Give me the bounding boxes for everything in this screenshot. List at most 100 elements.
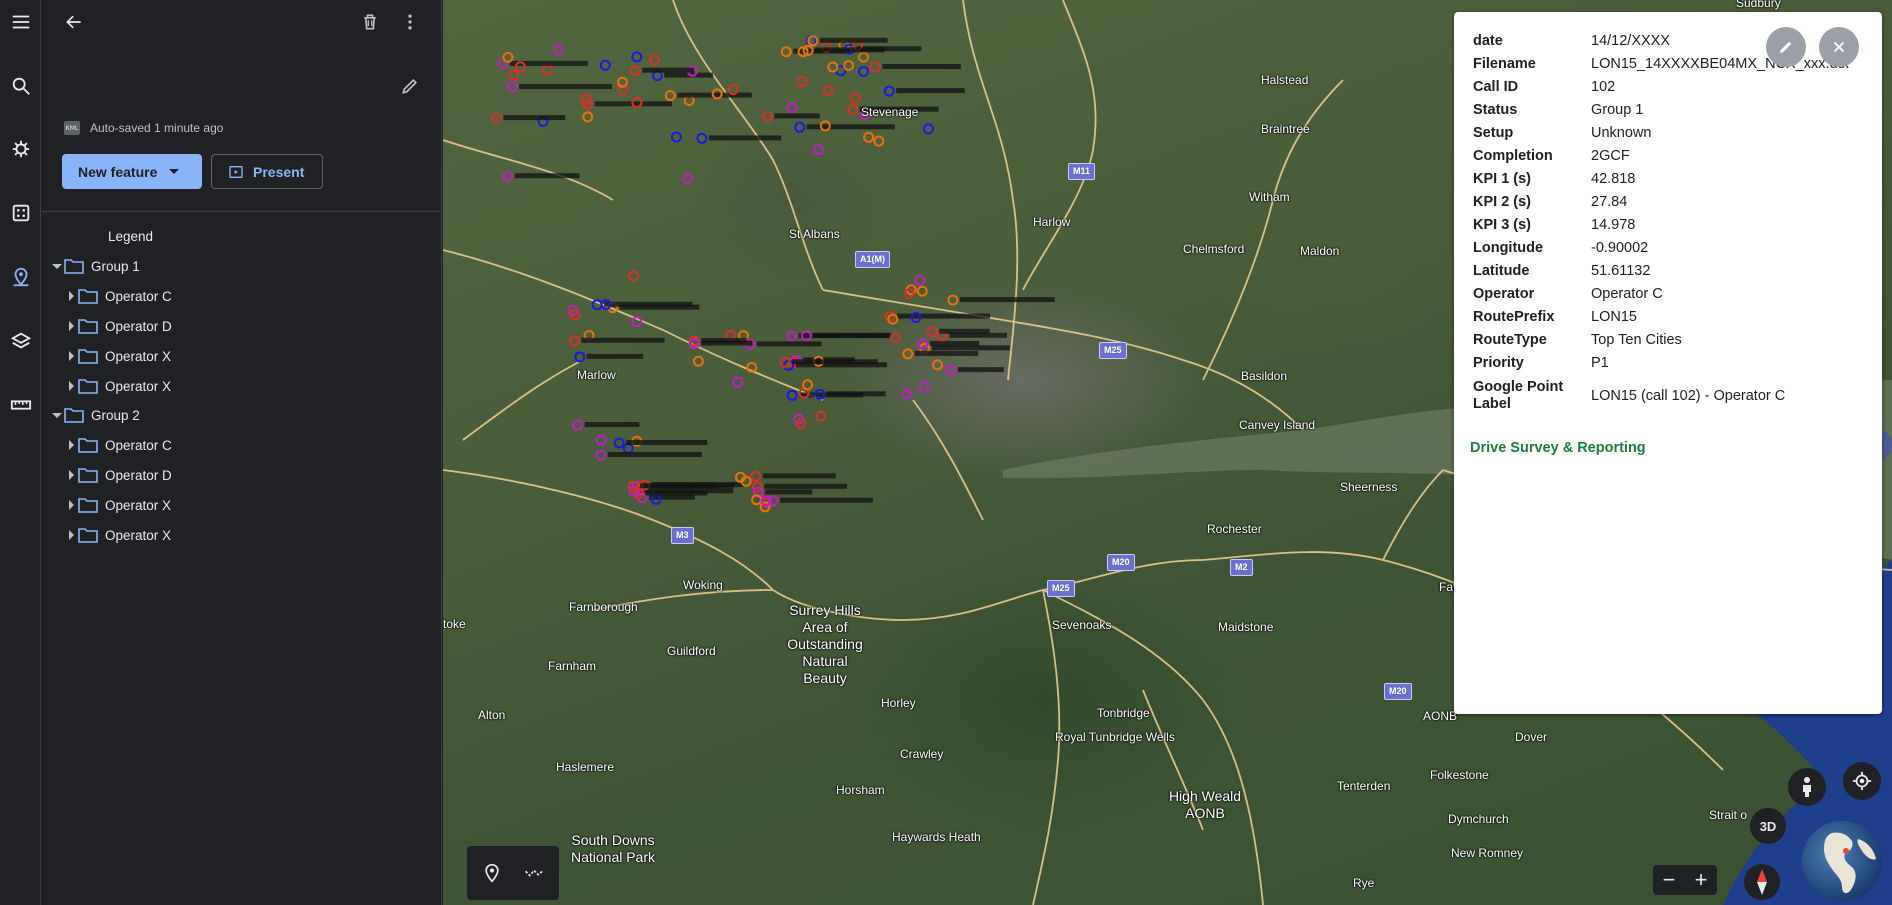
road-shield: M20 bbox=[1384, 683, 1412, 700]
zoom-in-button[interactable]: + bbox=[1685, 865, 1717, 895]
placemark-ring bbox=[890, 332, 901, 344]
place-label: Basildon bbox=[1241, 369, 1288, 383]
placemark-label-smudge bbox=[931, 345, 1010, 351]
placemark-ring bbox=[847, 104, 859, 116]
new-feature-label: New feature bbox=[78, 163, 158, 180]
card-key: Operator bbox=[1473, 286, 1535, 302]
search-icon[interactable] bbox=[0, 66, 41, 106]
place-label: Witham bbox=[1249, 190, 1290, 204]
place-label: toke bbox=[443, 617, 466, 631]
placemark-ring bbox=[696, 132, 708, 144]
placemark-ring bbox=[568, 335, 580, 347]
3d-toggle-button[interactable]: 3D bbox=[1750, 808, 1786, 844]
placemark-ring bbox=[858, 51, 869, 63]
card-key: RouteType bbox=[1473, 332, 1547, 348]
placemark-label-smudge bbox=[607, 452, 702, 457]
card-value: Operator C bbox=[1591, 286, 1663, 302]
place-label: Royal Tunbridge Wells bbox=[1055, 730, 1175, 744]
road-shield: M25 bbox=[1047, 580, 1075, 597]
placemark-label-smudge bbox=[914, 350, 979, 356]
projects-icon[interactable] bbox=[0, 257, 41, 297]
drawing-tools bbox=[467, 846, 559, 900]
card-key: Call ID bbox=[1473, 79, 1519, 95]
autosave-text: Auto-saved 1 minute ago bbox=[90, 121, 224, 135]
placemark-ring bbox=[750, 470, 762, 482]
map-style-icon[interactable] bbox=[0, 321, 41, 361]
region-label: High Weald AONB bbox=[1168, 788, 1242, 821]
placemark-label-smudge bbox=[640, 483, 735, 489]
feeling-lucky-icon[interactable] bbox=[0, 193, 41, 233]
caret-down-icon bbox=[169, 169, 180, 174]
placemark-icon bbox=[485, 863, 499, 883]
my-location-button[interactable] bbox=[1843, 762, 1881, 800]
expand-more-icon[interactable] bbox=[69, 321, 74, 331]
compass-button[interactable] bbox=[1744, 864, 1780, 900]
tree-item-label: Group 2 bbox=[91, 407, 140, 423]
expand-more-icon[interactable] bbox=[69, 381, 74, 391]
expand-more-icon[interactable] bbox=[69, 440, 74, 450]
edit-feature-button[interactable] bbox=[1766, 27, 1806, 67]
present-button[interactable]: Present bbox=[211, 154, 323, 189]
placemark-label-smudge bbox=[813, 332, 889, 338]
street-view-button[interactable] bbox=[1788, 768, 1826, 806]
delete-icon[interactable] bbox=[354, 6, 386, 38]
place-label: Guildford bbox=[667, 644, 716, 658]
draw-line-button[interactable] bbox=[518, 857, 550, 889]
card-row: Call ID 102 bbox=[1473, 79, 1615, 96]
place-label: Farnham bbox=[548, 659, 597, 673]
tree-item-label: Operator D bbox=[105, 318, 172, 334]
placemark-label-smudge bbox=[519, 84, 612, 90]
placemark-ring bbox=[916, 285, 928, 297]
place-label: Rye bbox=[1353, 876, 1375, 890]
tree-item-label: Operator X bbox=[105, 348, 172, 364]
card-value: 42.818 bbox=[1591, 171, 1636, 187]
placemark-ring bbox=[629, 65, 641, 77]
placemark-label-smudge bbox=[780, 497, 873, 503]
placemark-ring bbox=[843, 60, 855, 71]
expand-more-icon[interactable] bbox=[69, 530, 74, 540]
back-arrow-icon[interactable] bbox=[58, 6, 90, 38]
road-shield: M20 bbox=[1107, 554, 1135, 571]
tree-item-label: Operator C bbox=[105, 437, 172, 453]
add-placemark-button[interactable] bbox=[476, 857, 508, 889]
placemark-label-smudge bbox=[642, 67, 695, 73]
expand-more-icon[interactable] bbox=[69, 500, 74, 510]
placemark-ring bbox=[692, 355, 704, 367]
place-label: Sheerness bbox=[1340, 480, 1398, 494]
expand-more-icon[interactable] bbox=[69, 351, 74, 361]
zoom-out-button[interactable]: − bbox=[1653, 865, 1685, 895]
placemark-ring bbox=[786, 389, 798, 401]
placemark-ring bbox=[670, 131, 682, 143]
new-feature-button[interactable]: New feature bbox=[62, 154, 202, 189]
voyager-icon[interactable] bbox=[0, 129, 41, 169]
drive-survey-link[interactable]: Drive Survey & Reporting bbox=[1470, 440, 1646, 456]
expand-more-icon[interactable] bbox=[69, 470, 74, 480]
placemark-label-smudge bbox=[774, 113, 820, 119]
measure-icon[interactable] bbox=[0, 385, 41, 425]
globe-overview[interactable] bbox=[1802, 821, 1882, 901]
placemark-label-smudge bbox=[626, 440, 708, 445]
placemark-label-smudge bbox=[882, 64, 961, 69]
placemark-ring bbox=[595, 434, 607, 446]
more-vert-icon[interactable] bbox=[394, 6, 426, 38]
expand-more-icon[interactable] bbox=[69, 291, 74, 301]
place-label: Rochester bbox=[1207, 522, 1262, 536]
placemark-ring bbox=[785, 330, 797, 342]
placemark-label-smudge bbox=[762, 473, 836, 479]
card-key: date bbox=[1473, 33, 1503, 49]
card-value: -0.90002 bbox=[1591, 240, 1649, 256]
expand-less-icon[interactable] bbox=[52, 263, 62, 269]
menu-icon[interactable] bbox=[0, 2, 41, 42]
tree-layer-row[interactable]: Operator X bbox=[42, 517, 442, 553]
tree-item-label: Operator C bbox=[105, 288, 172, 304]
card-key: KPI 2 (s) bbox=[1473, 194, 1532, 210]
road-shield: M11 bbox=[1068, 163, 1096, 180]
place-label: Dymchurch bbox=[1448, 812, 1509, 826]
folder-icon bbox=[78, 319, 98, 334]
folder-icon bbox=[78, 349, 98, 364]
expand-less-icon[interactable] bbox=[52, 412, 62, 418]
close-card-button[interactable] bbox=[1819, 27, 1859, 67]
card-value: LON15_14XXXXBE04MX_NCX_xxx.dtx bbox=[1591, 56, 1849, 72]
edit-pencil-icon[interactable] bbox=[394, 70, 426, 102]
card-row: KPI 2 (s) 27.84 bbox=[1473, 194, 1627, 211]
